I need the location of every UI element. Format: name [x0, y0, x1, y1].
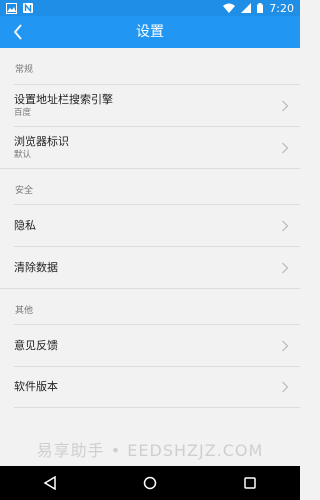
signal-icon	[241, 3, 252, 13]
image-icon	[6, 2, 17, 14]
settings-item-subtitle: 默认	[14, 149, 32, 160]
settings-item-subtitle: 百度	[14, 107, 32, 118]
settings-item-title: 清除数据	[14, 260, 58, 274]
section-header-security: 安全	[0, 168, 300, 204]
settings-item-version[interactable]: 软件版本	[14, 366, 300, 408]
status-left	[6, 2, 33, 14]
chevron-right-icon	[282, 220, 289, 231]
section-header-general: 常规	[15, 65, 34, 75]
settings-item-title: 浏览器标识	[14, 134, 69, 148]
settings-item-title: 设置地址栏搜索引擎	[14, 92, 113, 106]
chevron-right-icon	[282, 340, 289, 351]
page-title: 设置	[136, 24, 164, 40]
section-header-other: 其他	[0, 288, 300, 324]
settings-item-title: 软件版本	[14, 380, 58, 393]
nav-home-button[interactable]	[135, 468, 165, 498]
settings-item-feedback[interactable]: 意见反馈	[14, 324, 300, 366]
app-bar: 设置	[0, 16, 300, 48]
nav-recents-button[interactable]	[235, 468, 265, 498]
settings-item-search-engine[interactable]: 设置地址栏搜索引擎 百度	[14, 84, 300, 126]
chevron-right-icon	[282, 100, 289, 111]
chevron-right-icon	[282, 262, 289, 273]
settings-item-title: 意见反馈	[14, 338, 58, 352]
settings-item-clear-data[interactable]: 清除数据	[14, 246, 300, 288]
settings-list: 常规 设置地址栏搜索引擎 百度 浏览器标识 默认 安全 隐私 清除数据 其他 意…	[0, 48, 300, 466]
status-bar: 7:20	[0, 0, 300, 16]
recents-square-icon	[244, 477, 256, 489]
settings-item-privacy[interactable]: 隐私	[14, 204, 300, 246]
battery-icon	[257, 3, 264, 13]
wifi-icon	[223, 3, 236, 13]
system-nav-bar	[0, 466, 300, 500]
chevron-right-icon	[282, 142, 289, 153]
settings-item-user-agent[interactable]: 浏览器标识 默认	[14, 126, 300, 168]
chevron-right-icon	[282, 381, 289, 393]
home-circle-icon	[143, 476, 157, 490]
back-button[interactable]	[6, 20, 30, 44]
back-arrow-icon	[13, 24, 22, 40]
status-time: 7:20	[269, 1, 294, 15]
n-icon	[23, 3, 33, 13]
status-right: 7:20	[223, 2, 294, 15]
settings-item-title: 隐私	[14, 218, 36, 232]
back-triangle-icon	[43, 476, 56, 490]
nav-back-button[interactable]	[35, 468, 65, 498]
